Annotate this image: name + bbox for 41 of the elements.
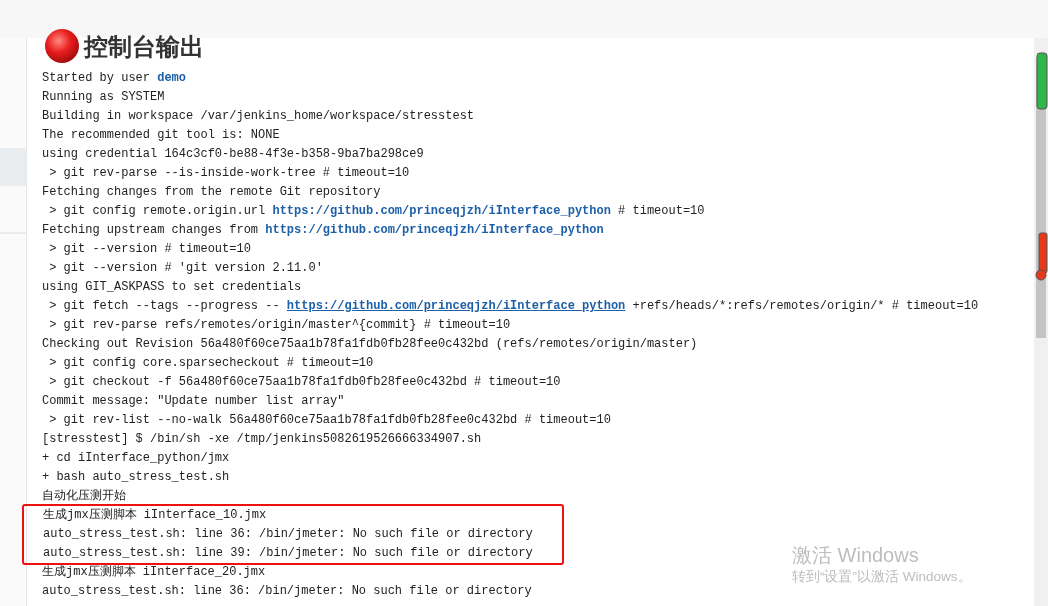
log-text: > git config core.sparsecheckout # timeout=10 <box>48 355 374 372</box>
log-text: > git rev-parse --is-inside-work-tree # timeout=10 <box>48 165 410 182</box>
log-text: auto_stress_test.sh: line 39: /bin/jmeter: No such file or directory <box>43 545 533 562</box>
log-text: 生成jmx压测脚本 iInterface_10.jmx <box>43 507 267 524</box>
log-text: Started by user <box>42 70 152 87</box>
log-text: Building in workspace /var/jenkins_home/workspace/stresstest <box>42 108 475 125</box>
scrollbar[interactable] <box>1034 38 1048 606</box>
status-ball-icon <box>42 29 82 65</box>
watermark-title: 激活 Windows <box>792 543 920 567</box>
log-text: + bash auto_stress_test.sh <box>42 469 230 486</box>
log-text: [stresstest] $ /bin/sh -xe /tmp/jenkins5082619526666334907.sh <box>42 431 482 448</box>
log-text: 生成jmx压测脚本 iInterface_20.jmx <box>42 564 266 581</box>
log-text: > git rev-parse refs/remotes/origin/master^{commit} # timeout=10 <box>48 317 511 334</box>
log-text: The recommended git tool is: NONE <box>42 127 280 144</box>
log-text: Fetching upstream changes from <box>42 222 260 239</box>
log-text: > git --version # 'git version 2.11.0' <box>48 260 323 277</box>
gauge-icon <box>1036 52 1048 110</box>
log-text: using GIT_ASKPASS to set credentials <box>42 279 302 296</box>
log-link[interactable]: https://github.com/princeqjzh/iInterface_python <box>265 221 604 240</box>
log-text: > git rev-list --no-walk 56a480f60ce75aa1b78fa1fdb0fb28fee0c432bd # timeout=10 <box>48 412 611 429</box>
log-text: > git --version # timeout=10 <box>48 241 251 258</box>
thermometer-icon <box>1035 232 1048 282</box>
log-text: > git checkout -f 56a480f60ce75aa1b78fa1fdb0fb28fee0c432bd # timeout=10 <box>48 374 561 391</box>
log-text: auto_stress_test.sh: line 36: /bin/jmeter: No such file or directory <box>42 583 532 600</box>
log-text: Commit message: "Update number list array" <box>42 393 345 410</box>
log-link[interactable]: demo <box>157 69 187 88</box>
watermark-subtitle: 转到“设置”以激活 Windows。 <box>792 568 972 586</box>
log-text: +refs/heads/*:refs/remotes/origin/* # timeout=10 <box>631 298 979 315</box>
log-text: > git config remote.origin.url <box>48 203 267 220</box>
log-text: # timeout=10 <box>617 203 705 220</box>
log-link[interactable]: https://github.com/princeqjzh/iInterface_python <box>272 202 611 221</box>
log-link[interactable]: https://github.com/princeqjzh/iInterface_python <box>286 297 626 316</box>
log-text: Running as SYSTEM <box>42 89 165 106</box>
log-text: Checking out Revision 56a480f60ce75aa1b78fa1fdb0fb28fee0c432bd (refs/remotes/origin/master) <box>42 336 698 353</box>
log-text: using credential 164c3cf0-be88-4f3e-b358-9ba7ba298ce9 <box>42 146 424 163</box>
log-text: Fetching changes from the remote Git repository <box>42 184 381 201</box>
log-text: 自动化压测开始 <box>42 488 126 505</box>
log-text: > git fetch --tags --progress -- <box>48 298 281 315</box>
log-text: + cd iInterface_python/jmx <box>42 450 230 467</box>
log-text: auto_stress_test.sh: line 36: /bin/jmeter: No such file or directory <box>43 526 533 543</box>
page-heading: 控制台输出 <box>84 33 204 61</box>
